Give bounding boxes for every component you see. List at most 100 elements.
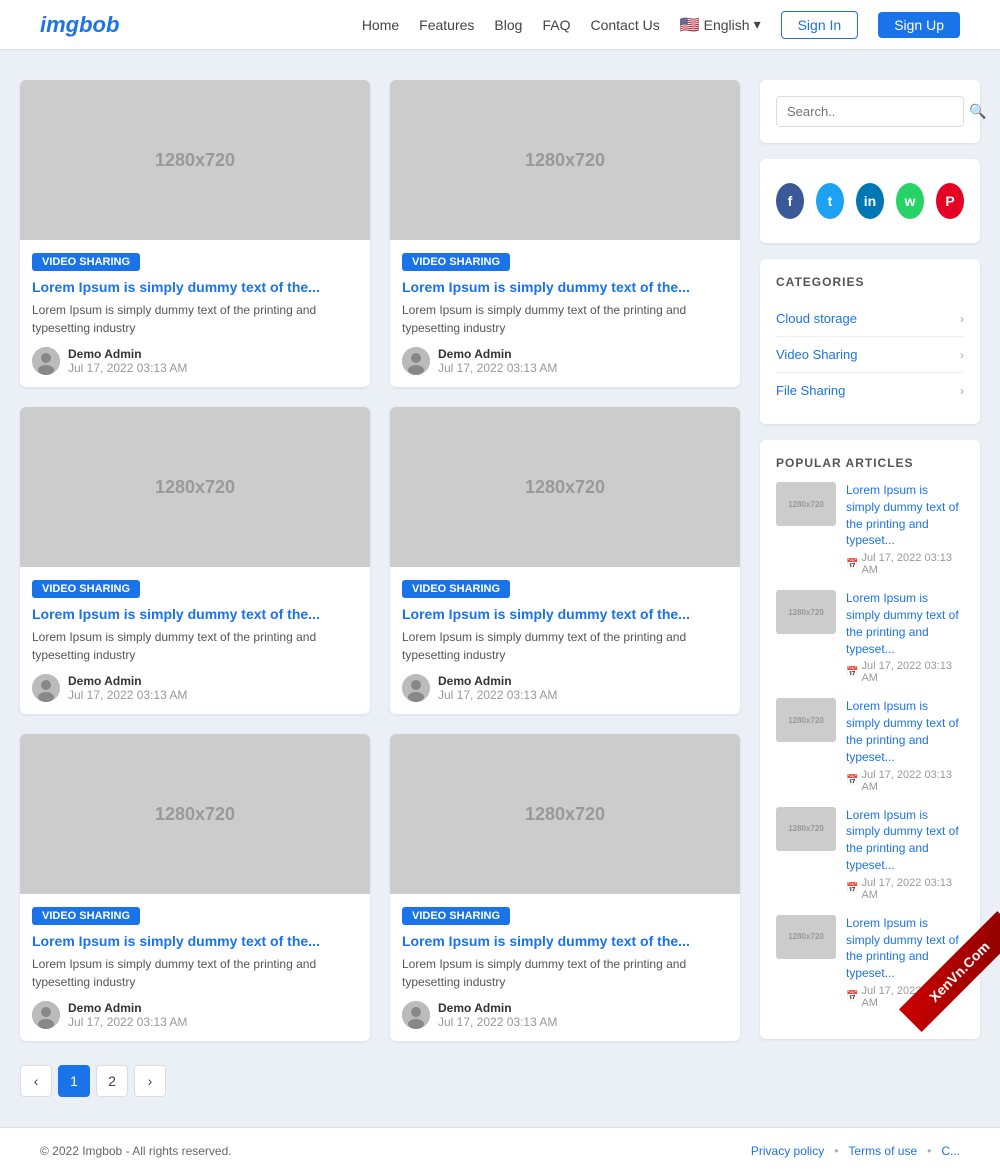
card-body: VIDEO SHARING Lorem Ipsum is simply dumm…	[20, 567, 370, 714]
author-name: Demo Admin	[68, 674, 187, 688]
category-name: Video Sharing	[776, 347, 857, 362]
pagination: ‹ 1 2 ›	[20, 1065, 740, 1097]
thumbnail-dim: 1280x720	[525, 804, 605, 825]
nav-contact[interactable]: Contact Us	[590, 17, 659, 33]
author-info: Demo Admin Jul 17, 2022 03:13 AM	[438, 1001, 557, 1029]
search-input[interactable]	[787, 104, 963, 119]
article-card: 1280x720 VIDEO SHARING Lorem Ipsum is si…	[20, 407, 370, 714]
category-name: File Sharing	[776, 383, 845, 398]
article-title[interactable]: Lorem Ipsum is simply dummy text of the.…	[402, 933, 728, 949]
chevron-right-icon: ›	[960, 384, 964, 398]
popular-article-title[interactable]: Lorem Ipsum is simply dummy text of the …	[846, 698, 964, 765]
article-tag[interactable]: VIDEO SHARING	[32, 580, 140, 598]
popular-info: Lorem Ipsum is simply dummy text of the …	[846, 698, 964, 792]
popular-list: 1280x720 Lorem Ipsum is simply dummy tex…	[776, 482, 964, 1009]
author-info: Demo Admin Jul 17, 2022 03:13 AM	[438, 674, 557, 702]
author-info: Demo Admin Jul 17, 2022 03:13 AM	[68, 347, 187, 375]
thumbnail-dim: 1280x720	[155, 150, 235, 171]
social-row: f t in w P	[776, 175, 964, 227]
calendar-icon: 📅	[846, 883, 858, 894]
popular-article-item: 1280x720 Lorem Ipsum is simply dummy tex…	[776, 698, 964, 792]
author-date: Jul 17, 2022 03:13 AM	[438, 1015, 557, 1029]
card-author: Demo Admin Jul 17, 2022 03:13 AM	[32, 674, 358, 702]
articles-grid: 1280x720 VIDEO SHARING Lorem Ipsum is si…	[20, 80, 740, 1041]
article-title[interactable]: Lorem Ipsum is simply dummy text of the.…	[402, 279, 728, 295]
twitter-button[interactable]: t	[816, 183, 844, 219]
article-desc: Lorem Ipsum is simply dummy text of the …	[32, 628, 358, 664]
popular-article-title[interactable]: Lorem Ipsum is simply dummy text of the …	[846, 590, 964, 657]
calendar-icon: 📅	[846, 559, 858, 570]
article-thumbnail: 1280x720	[390, 734, 740, 894]
nav-features[interactable]: Features	[419, 17, 474, 33]
linkedin-button[interactable]: in	[856, 183, 884, 219]
avatar	[402, 1001, 430, 1029]
avatar	[32, 347, 60, 375]
popular-article-title[interactable]: Lorem Ipsum is simply dummy text of the …	[846, 807, 964, 874]
language-label: English	[704, 17, 750, 33]
copyright: © 2022 Imgbob - All rights reserved.	[40, 1144, 232, 1158]
site-logo[interactable]: imgbob	[40, 12, 119, 38]
avatar	[32, 674, 60, 702]
prev-page-button[interactable]: ‹	[20, 1065, 52, 1097]
article-thumbnail: 1280x720	[390, 80, 740, 240]
article-title[interactable]: Lorem Ipsum is simply dummy text of the.…	[32, 933, 358, 949]
terms-link[interactable]: Terms of use	[848, 1144, 917, 1158]
article-thumbnail: 1280x720	[20, 734, 370, 894]
language-selector[interactable]: 🇺🇸 English ▾	[680, 15, 761, 35]
author-info: Demo Admin Jul 17, 2022 03:13 AM	[438, 347, 557, 375]
article-card: 1280x720 VIDEO SHARING Lorem Ipsum is si…	[20, 734, 370, 1041]
signup-button[interactable]: Sign Up	[878, 12, 960, 38]
article-thumbnail: 1280x720	[20, 407, 370, 567]
avatar	[402, 347, 430, 375]
card-body: VIDEO SHARING Lorem Ipsum is simply dumm…	[20, 894, 370, 1041]
social-widget: f t in w P	[760, 159, 980, 243]
category-item[interactable]: Cloud storage ›	[776, 301, 964, 337]
article-tag[interactable]: VIDEO SHARING	[402, 580, 510, 598]
popular-thumbnail: 1280x720	[776, 807, 836, 851]
avatar	[32, 1001, 60, 1029]
nav-blog[interactable]: Blog	[494, 17, 522, 33]
article-desc: Lorem Ipsum is simply dummy text of the …	[32, 955, 358, 991]
article-desc: Lorem Ipsum is simply dummy text of the …	[32, 301, 358, 337]
category-item[interactable]: Video Sharing ›	[776, 337, 964, 373]
whatsapp-button[interactable]: w	[896, 183, 924, 219]
article-tag[interactable]: VIDEO SHARING	[32, 253, 140, 271]
signin-button[interactable]: Sign In	[781, 11, 859, 39]
main-content: 1280x720 VIDEO SHARING Lorem Ipsum is si…	[20, 80, 740, 1097]
main-nav: Home Features Blog FAQ Contact Us 🇺🇸 Eng…	[362, 11, 960, 39]
article-tag[interactable]: VIDEO SHARING	[402, 907, 510, 925]
article-card: 1280x720 VIDEO SHARING Lorem Ipsum is si…	[390, 80, 740, 387]
facebook-button[interactable]: f	[776, 183, 804, 219]
article-title[interactable]: Lorem Ipsum is simply dummy text of the.…	[32, 606, 358, 622]
author-date: Jul 17, 2022 03:13 AM	[68, 361, 187, 375]
next-page-button[interactable]: ›	[134, 1065, 166, 1097]
card-body: VIDEO SHARING Lorem Ipsum is simply dumm…	[390, 567, 740, 714]
article-card: 1280x720 VIDEO SHARING Lorem Ipsum is si…	[390, 734, 740, 1041]
popular-article-item: 1280x720 Lorem Ipsum is simply dummy tex…	[776, 590, 964, 684]
page-container: 1280x720 VIDEO SHARING Lorem Ipsum is si…	[0, 50, 1000, 1127]
article-title[interactable]: Lorem Ipsum is simply dummy text of the.…	[402, 606, 728, 622]
article-tag[interactable]: VIDEO SHARING	[402, 253, 510, 271]
popular-article-item: 1280x720 Lorem Ipsum is simply dummy tex…	[776, 915, 964, 1009]
author-date: Jul 17, 2022 03:13 AM	[438, 361, 557, 375]
sidebar: 🔍 f t in w P CATEGORIES Cloud storage › …	[760, 80, 980, 1097]
article-title[interactable]: Lorem Ipsum is simply dummy text of the.…	[32, 279, 358, 295]
article-card: 1280x720 VIDEO SHARING Lorem Ipsum is si…	[390, 407, 740, 714]
page-2-button[interactable]: 2	[96, 1065, 128, 1097]
nav-home[interactable]: Home	[362, 17, 399, 33]
pinterest-button[interactable]: P	[936, 183, 964, 219]
popular-thumbnail: 1280x720	[776, 482, 836, 526]
calendar-icon: 📅	[846, 667, 858, 678]
privacy-policy-link[interactable]: Privacy policy	[751, 1144, 824, 1158]
popular-article-title[interactable]: Lorem Ipsum is simply dummy text of the …	[846, 482, 964, 549]
category-item[interactable]: File Sharing ›	[776, 373, 964, 408]
article-tag[interactable]: VIDEO SHARING	[32, 907, 140, 925]
author-info: Demo Admin Jul 17, 2022 03:13 AM	[68, 1001, 187, 1029]
article-thumbnail: 1280x720	[20, 80, 370, 240]
footer-link-3[interactable]: C...	[941, 1144, 960, 1158]
popular-article-date: 📅 Jul 17, 2022 03:13 AM	[846, 769, 964, 793]
author-name: Demo Admin	[438, 674, 557, 688]
search-widget: 🔍	[760, 80, 980, 143]
page-1-button[interactable]: 1	[58, 1065, 90, 1097]
nav-faq[interactable]: FAQ	[542, 17, 570, 33]
